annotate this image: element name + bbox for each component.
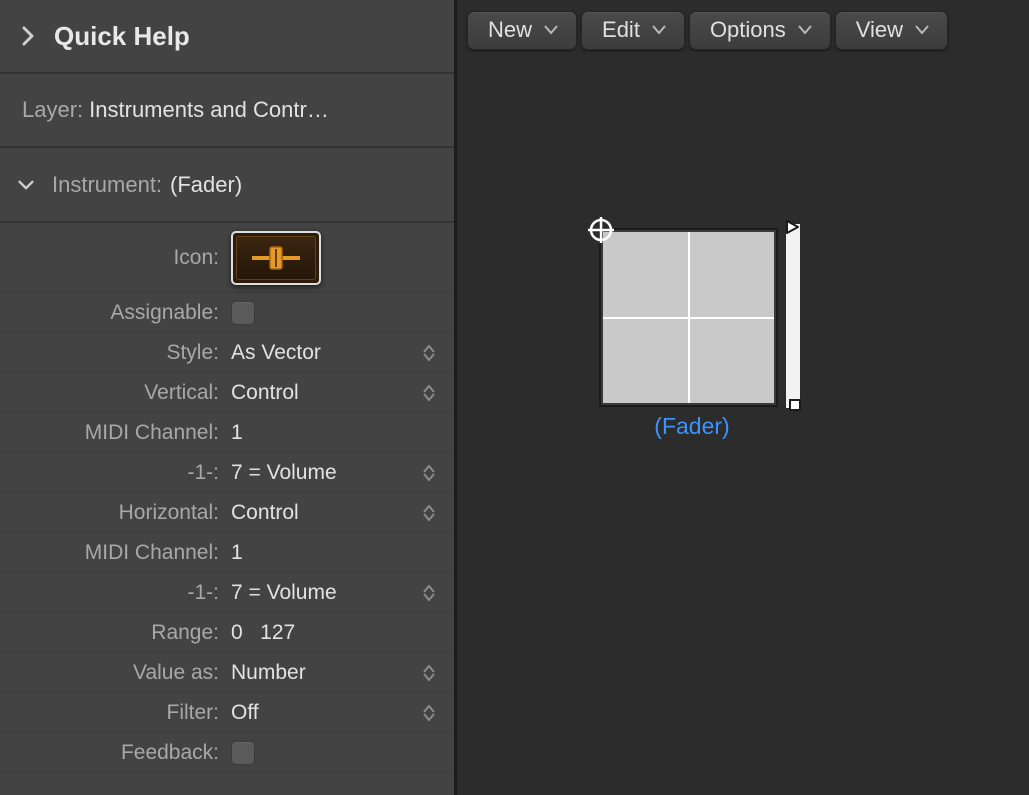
midi-channel-v-text: 1 xyxy=(231,421,243,445)
stepper-icon xyxy=(422,342,436,364)
prop-value-as-value[interactable]: Number xyxy=(225,653,454,692)
prop-cc-v-row[interactable]: -1-: 7 = Volume xyxy=(0,453,454,493)
stepper-icon xyxy=(422,462,436,484)
assignable-checkbox[interactable] xyxy=(231,301,255,325)
range-text: 0 127 xyxy=(231,621,295,645)
prop-assignable-row: Assignable: xyxy=(0,293,454,333)
prop-midi-channel-v-value[interactable]: 1 xyxy=(225,413,454,452)
stepper-icon xyxy=(422,582,436,604)
prop-cc-h-label: -1-: xyxy=(0,581,225,605)
prop-style-label: Style: xyxy=(0,341,225,365)
prop-horizontal-label: Horizontal: xyxy=(0,501,225,525)
view-button-label: View xyxy=(856,17,903,43)
new-button-label: New xyxy=(488,17,532,43)
layer-value: Instruments and Contr… xyxy=(89,97,329,123)
style-value-text: As Vector xyxy=(231,341,321,365)
options-button-label: Options xyxy=(710,17,786,43)
stepper-icon xyxy=(422,702,436,724)
layer-row[interactable]: Layer: Instruments and Contr… xyxy=(0,74,454,148)
stepper-icon xyxy=(422,382,436,404)
prop-midi-channel-v-label: MIDI Channel: xyxy=(0,421,225,445)
chevron-right-icon xyxy=(20,28,36,44)
cc-h-text: 7 = Volume xyxy=(231,581,337,605)
prop-feedback-row: Feedback: xyxy=(0,733,454,773)
prop-range-row[interactable]: Range: 0 127 xyxy=(0,613,454,653)
prop-style-row[interactable]: Style: As Vector xyxy=(0,333,454,373)
environment-canvas[interactable]: (Fader) xyxy=(457,60,1029,795)
instrument-header[interactable]: Instrument: (Fader) xyxy=(0,148,454,223)
inspector-sidebar: Quick Help Layer: Instruments and Contr…… xyxy=(0,0,457,795)
prop-vertical-row[interactable]: Vertical: Control xyxy=(0,373,454,413)
vector-fader-pad[interactable] xyxy=(601,230,776,405)
chevron-down-icon xyxy=(18,177,34,193)
fader-object[interactable]: (Fader) xyxy=(601,230,783,440)
options-menu-button[interactable]: Options xyxy=(689,11,831,50)
horizontal-value-text: Control xyxy=(231,501,299,525)
main-area: New Edit Options View xyxy=(457,0,1029,795)
fader-icon xyxy=(248,243,304,273)
caret-down-icon xyxy=(652,25,666,35)
prop-midi-channel-h-value[interactable]: 1 xyxy=(225,533,454,572)
prop-icon-row: Icon: xyxy=(0,223,454,293)
caret-down-icon xyxy=(915,25,929,35)
new-menu-button[interactable]: New xyxy=(467,11,577,50)
fader-slider-track[interactable] xyxy=(785,223,801,409)
prop-cc-v-label: -1-: xyxy=(0,461,225,485)
prop-feedback-value xyxy=(225,733,454,772)
prop-range-value[interactable]: 0 127 xyxy=(225,613,454,652)
feedback-checkbox[interactable] xyxy=(231,741,255,765)
prop-assignable-value xyxy=(225,293,454,332)
quick-help-title: Quick Help xyxy=(54,21,190,52)
object-anchor-handle[interactable] xyxy=(588,217,614,243)
instrument-icon-well[interactable] xyxy=(231,231,321,285)
prop-icon-label: Icon: xyxy=(0,246,225,270)
prop-assignable-label: Assignable: xyxy=(0,301,225,325)
value-as-text: Number xyxy=(231,661,306,685)
filter-text: Off xyxy=(231,701,259,725)
layer-label: Layer: xyxy=(22,97,83,123)
cc-v-text: 7 = Volume xyxy=(231,461,337,485)
prop-midi-channel-v-row[interactable]: MIDI Channel: 1 xyxy=(0,413,454,453)
prop-cc-h-value[interactable]: 7 = Volume xyxy=(225,573,454,612)
caret-down-icon xyxy=(544,25,558,35)
resize-handle-icon[interactable] xyxy=(788,398,802,412)
prop-style-value[interactable]: As Vector xyxy=(225,333,454,372)
quick-help-header[interactable]: Quick Help xyxy=(0,0,454,74)
stepper-icon xyxy=(422,502,436,524)
prop-cc-h-row[interactable]: -1-: 7 = Volume xyxy=(0,573,454,613)
cable-out-icon[interactable] xyxy=(786,220,802,234)
prop-midi-channel-h-label: MIDI Channel: xyxy=(0,541,225,565)
prop-range-label: Range: xyxy=(0,621,225,645)
prop-value-as-row[interactable]: Value as: Number xyxy=(0,653,454,693)
instrument-value: (Fader) xyxy=(170,172,242,198)
stepper-icon xyxy=(422,662,436,684)
fader-object-label: (Fader) xyxy=(601,413,783,440)
prop-horizontal-value[interactable]: Control xyxy=(225,493,454,532)
vertical-value-text: Control xyxy=(231,381,299,405)
instrument-label: Instrument: xyxy=(52,172,162,198)
prop-feedback-label: Feedback: xyxy=(0,741,225,765)
prop-vertical-value[interactable]: Control xyxy=(225,373,454,412)
environment-toolbar: New Edit Options View xyxy=(457,0,1029,60)
view-menu-button[interactable]: View xyxy=(835,11,948,50)
edit-button-label: Edit xyxy=(602,17,640,43)
edit-menu-button[interactable]: Edit xyxy=(581,11,685,50)
prop-icon-value[interactable] xyxy=(225,223,454,292)
prop-cc-v-value[interactable]: 7 = Volume xyxy=(225,453,454,492)
prop-filter-label: Filter: xyxy=(0,701,225,725)
prop-midi-channel-h-row[interactable]: MIDI Channel: 1 xyxy=(0,533,454,573)
caret-down-icon xyxy=(798,25,812,35)
instrument-properties: Icon: Assignable: xyxy=(0,223,454,795)
midi-channel-h-text: 1 xyxy=(231,541,243,565)
prop-filter-value[interactable]: Off xyxy=(225,693,454,732)
prop-filter-row[interactable]: Filter: Off xyxy=(0,693,454,733)
prop-horizontal-row[interactable]: Horizontal: Control xyxy=(0,493,454,533)
prop-value-as-label: Value as: xyxy=(0,661,225,685)
prop-vertical-label: Vertical: xyxy=(0,381,225,405)
